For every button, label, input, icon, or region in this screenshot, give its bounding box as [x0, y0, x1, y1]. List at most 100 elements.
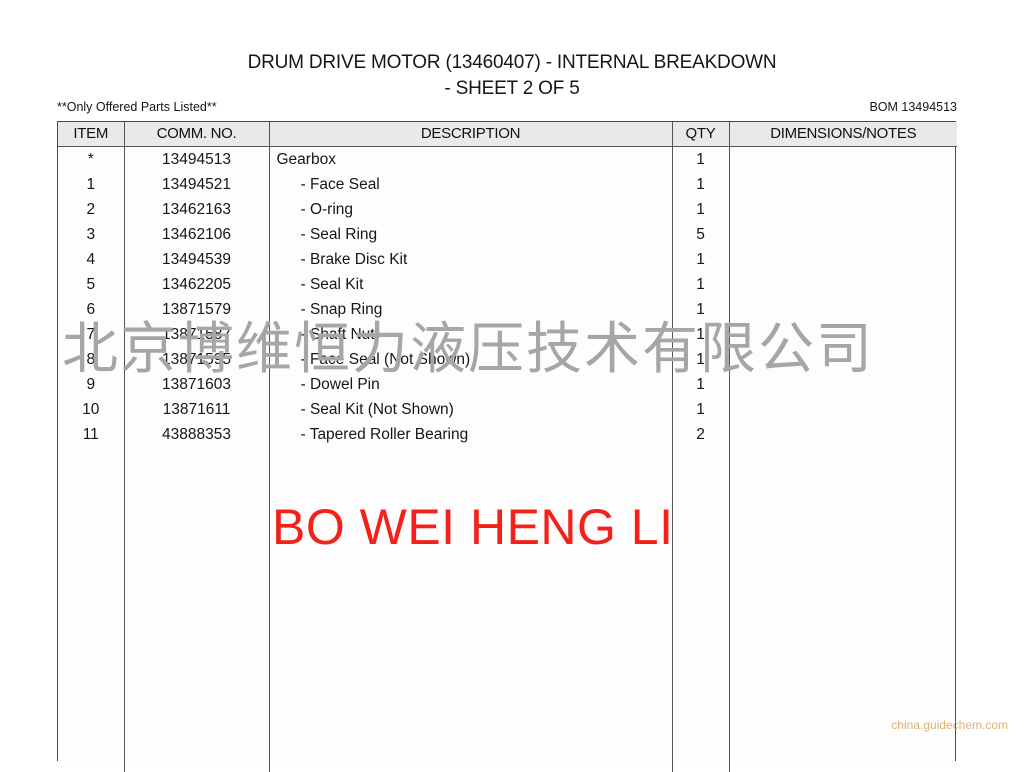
cell-empty: [672, 547, 729, 572]
cell-empty: [269, 547, 672, 572]
cell-empty: [124, 447, 269, 472]
cell-empty: [729, 572, 957, 597]
cell-comm-no: 13462205: [124, 272, 269, 297]
cell-empty: [729, 647, 957, 672]
column-header-item: ITEM: [58, 122, 124, 147]
cell-empty: [269, 622, 672, 647]
cell-empty: [729, 622, 957, 647]
cell-item: *: [58, 147, 124, 173]
cell-empty: [729, 722, 957, 747]
cell-empty: [124, 722, 269, 747]
table-row-empty: [58, 447, 957, 472]
cell-empty: [58, 472, 124, 497]
cell-empty: [269, 522, 672, 547]
cell-dimensions: [729, 247, 957, 272]
cell-empty: [729, 472, 957, 497]
cell-description: Gearbox: [269, 147, 672, 173]
column-header-dimensions: DIMENSIONS/NOTES: [729, 122, 957, 147]
cell-description: - Seal Kit: [269, 272, 672, 297]
table-header-row: ITEM COMM. NO. DESCRIPTION QTY DIMENSION…: [58, 122, 957, 147]
cell-empty: [672, 697, 729, 722]
table-row-empty: [58, 572, 957, 597]
cell-dimensions: [729, 297, 957, 322]
cell-qty: 1: [672, 197, 729, 222]
parts-table-header: ITEM COMM. NO. DESCRIPTION QTY DIMENSION…: [58, 122, 957, 147]
cell-item: 3: [58, 222, 124, 247]
cell-item: 4: [58, 247, 124, 272]
cell-empty: [672, 672, 729, 697]
cell-empty: [269, 572, 672, 597]
table-row-empty: [58, 547, 957, 572]
cell-empty: [124, 472, 269, 497]
cell-empty: [124, 672, 269, 697]
parts-table: ITEM COMM. NO. DESCRIPTION QTY DIMENSION…: [58, 122, 957, 772]
cell-description: - Seal Ring: [269, 222, 672, 247]
cell-empty: [269, 647, 672, 672]
cell-dimensions: [729, 372, 957, 397]
column-header-comm-no: COMM. NO.: [124, 122, 269, 147]
cell-empty: [124, 547, 269, 572]
cell-empty: [58, 447, 124, 472]
cell-item: 8: [58, 347, 124, 372]
table-row: 913871603- Dowel Pin1: [58, 372, 957, 397]
subheader-row: **Only Offered Parts Listed** BOM 134945…: [57, 100, 957, 114]
cell-empty: [269, 747, 672, 772]
table-row-empty: [58, 672, 957, 697]
cell-qty: 5: [672, 222, 729, 247]
table-row: 213462163- O-ring1: [58, 197, 957, 222]
cell-description: - Brake Disc Kit: [269, 247, 672, 272]
table-row-empty: [58, 497, 957, 522]
cell-comm-no: 13494513: [124, 147, 269, 173]
cell-empty: [672, 722, 729, 747]
table-row: 1013871611- Seal Kit (Not Shown)1: [58, 397, 957, 422]
cell-description: - Seal Kit (Not Shown): [269, 397, 672, 422]
cell-dimensions: [729, 197, 957, 222]
cell-qty: 1: [672, 372, 729, 397]
description-text: - Dowel Pin: [277, 372, 380, 397]
cell-empty: [269, 472, 672, 497]
cell-empty: [124, 747, 269, 772]
cell-empty: [729, 497, 957, 522]
table-row: 313462106- Seal Ring5: [58, 222, 957, 247]
page-title-line-2: - SHEET 2 OF 5: [0, 76, 1024, 102]
table-row-empty: [58, 622, 957, 647]
description-text: - Brake Disc Kit: [277, 247, 408, 272]
table-row: 613871579- Snap Ring1: [58, 297, 957, 322]
table-row: 713871587- Shaft Nut1: [58, 322, 957, 347]
cell-description: - Shaft Nut: [269, 322, 672, 347]
cell-empty: [672, 447, 729, 472]
cell-qty: 1: [672, 247, 729, 272]
cell-empty: [729, 697, 957, 722]
description-text: - O-ring: [277, 197, 354, 222]
cell-qty: 1: [672, 272, 729, 297]
cell-empty: [729, 447, 957, 472]
cell-empty: [124, 647, 269, 672]
cell-empty: [124, 572, 269, 597]
cell-comm-no: 13494539: [124, 247, 269, 272]
cell-empty: [269, 447, 672, 472]
cell-empty: [672, 497, 729, 522]
page-title-line-1: DRUM DRIVE MOTOR (13460407) - INTERNAL B…: [0, 50, 1024, 76]
cell-qty: 2: [672, 422, 729, 447]
cell-dimensions: [729, 322, 957, 347]
cell-empty: [58, 522, 124, 547]
document-title-block: DRUM DRIVE MOTOR (13460407) - INTERNAL B…: [0, 50, 1024, 102]
cell-item: 7: [58, 322, 124, 347]
cell-empty: [729, 747, 957, 772]
cell-qty: 1: [672, 297, 729, 322]
cell-empty: [729, 522, 957, 547]
cell-qty: 1: [672, 322, 729, 347]
cell-empty: [672, 622, 729, 647]
table-row: 1143888353- Tapered Roller Bearing2: [58, 422, 957, 447]
cell-description: - Snap Ring: [269, 297, 672, 322]
table-row-empty: [58, 697, 957, 722]
cell-empty: [124, 597, 269, 622]
cell-description: - Face Seal: [269, 172, 672, 197]
cell-dimensions: [729, 347, 957, 372]
cell-comm-no: 13462106: [124, 222, 269, 247]
cell-item: 5: [58, 272, 124, 297]
table-row: 113494521- Face Seal1: [58, 172, 957, 197]
description-text: - Face Seal (Not Shown): [277, 347, 471, 372]
cell-item: 10: [58, 397, 124, 422]
cell-empty: [124, 622, 269, 647]
